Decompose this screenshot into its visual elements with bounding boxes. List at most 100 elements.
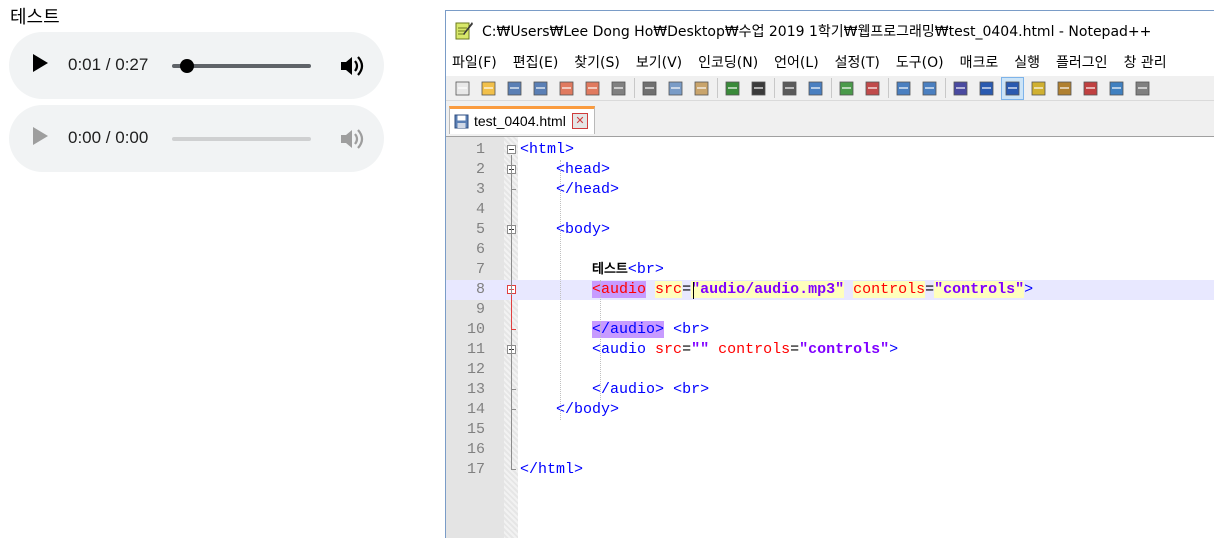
code-text: </body> [556,401,620,418]
code-line[interactable]: 6 [446,240,1214,260]
menu-item-4[interactable]: 인코딩(N) [698,52,758,72]
code-line[interactable]: 11 <audio src="" controls="controls"> [446,340,1214,360]
audio-time: 0:00 / 0:00 [68,128,149,147]
word-wrap-icon[interactable] [950,78,971,99]
cut-icon[interactable] [639,78,660,99]
seek-thumb[interactable] [180,59,194,73]
menu-item-9[interactable]: 실행 [1014,52,1040,72]
menu-item-2[interactable]: 찾기(S) [574,52,620,72]
tab-test-0404[interactable]: test_0404.html ✕ [449,106,595,134]
close-all-icon[interactable] [582,78,603,99]
code-line[interactable]: 4 [446,200,1214,220]
menu-bar: 파일(F) 편집(E) 찾기(S) 보기(V) 인코딩(N) 언어(L) 설정(T) 도구(O… [446,48,1214,76]
line-number: 13 [466,381,485,398]
fold-end [511,409,516,410]
save-all-icon[interactable] [530,78,551,99]
code-line[interactable]: 8 <audio src="audio/audio.mp3" controls=… [446,280,1214,300]
audio-player-1[interactable]: 0:01 / 0:27 [9,32,384,99]
code-editor[interactable]: 1 <html> 2 <head> 3 </head> 4 5 <body> 6 7 테스트<… [446,136,1214,538]
code-line[interactable]: 13 </audio> <br> [446,380,1214,400]
code-line[interactable]: 3 </head> [446,180,1214,200]
tab-bar: test_0404.html ✕ [446,102,1214,136]
code-text: 테스트<br> [592,261,664,278]
line-number: 1 [475,141,485,158]
menu-item-6[interactable]: 설정(T) [835,52,880,72]
close-icon[interactable] [556,78,577,99]
toolbar [446,76,1214,101]
menu-item-5[interactable]: 언어(L) [774,52,818,72]
paste-icon[interactable] [691,78,712,99]
monitor-icon[interactable] [1106,78,1127,99]
fold-line [511,175,512,189]
fold-line [511,355,512,389]
undo-icon[interactable] [722,78,743,99]
code-line[interactable]: 9 [446,300,1214,320]
menu-item-11[interactable]: 창 관리 [1124,52,1167,72]
menu-item-7[interactable]: 도구(O) [896,52,944,72]
print-icon[interactable] [608,78,629,99]
code-line[interactable]: 1 <html> [446,140,1214,160]
play-icon[interactable] [33,54,48,72]
line-number: 10 [466,321,485,338]
fold-toggle-icon[interactable] [507,145,516,154]
folder-workspace-icon[interactable] [1080,78,1101,99]
notepadpp-logo-icon [455,22,473,40]
sync-horizontal-icon[interactable] [919,78,940,99]
seek-bar[interactable] [172,59,311,73]
indent-guide-icon[interactable] [1001,76,1024,100]
page-text: 테스트 [10,7,60,28]
toolbar-separator [717,78,718,98]
fold-end [511,389,516,390]
volume-icon[interactable] [339,54,365,78]
code-line[interactable]: 14 </body> [446,400,1214,420]
title-bar[interactable]: C:₩Users₩Lee Dong Ho₩Desktop₩수업 2019 1학기… [446,11,1214,48]
volume-icon [341,129,364,149]
seek-bar [172,137,311,141]
fold-end [511,189,516,190]
toolbar-separator [634,78,635,98]
menu-item-10[interactable]: 플러그인 [1056,52,1108,72]
doc-map-icon[interactable] [1028,78,1049,99]
close-tab-icon[interactable]: ✕ [572,113,588,129]
replace-icon[interactable] [805,78,826,99]
toolbar-separator [888,78,889,98]
find-icon[interactable] [779,78,800,99]
zoom-in-icon[interactable] [836,78,857,99]
code-line[interactable]: 7 테스트<br> [446,260,1214,280]
code-line[interactable]: 5 <body> [446,220,1214,240]
code-line[interactable]: 10 </audio> <br> [446,320,1214,340]
save-icon[interactable] [504,78,525,99]
code-line[interactable]: 2 <head> [446,160,1214,180]
copy-icon[interactable] [665,78,686,99]
function-list-icon[interactable] [1054,78,1075,99]
sync-vertical-icon[interactable] [893,78,914,99]
code-line[interactable]: 17 </html> [446,460,1214,480]
menu-item-3[interactable]: 보기(V) [636,52,682,72]
toolbar-separator [831,78,832,98]
saved-file-icon [454,114,469,129]
line-number: 9 [475,301,485,318]
zoom-out-icon[interactable] [862,78,883,99]
line-number: 2 [475,161,485,178]
code-text: <audio src="" controls="controls"> [592,341,899,358]
code-line[interactable]: 15 [446,420,1214,440]
notepadpp-window: C:₩Users₩Lee Dong Ho₩Desktop₩수업 2019 1학기… [445,10,1214,538]
code-line[interactable]: 12 [446,360,1214,380]
show-all-chars-icon[interactable] [976,78,997,99]
redo-icon[interactable] [748,78,769,99]
menu-item-0[interactable]: 파일(F) [452,52,497,72]
new-file-icon[interactable] [452,78,473,99]
fold-line [511,295,512,329]
menu-item-8[interactable]: 매크로 [960,52,999,72]
code-text: <head> [556,161,611,178]
code-line[interactable]: 16 [446,440,1214,460]
line-number: 15 [466,421,485,438]
window-title: C:₩Users₩Lee Dong Ho₩Desktop₩수업 2019 1학기… [482,24,1152,40]
menu-item-1[interactable]: 편집(E) [513,52,559,72]
audio-player-2[interactable]: 0:00 / 0:00 [9,105,384,172]
code-text: </head> [556,181,620,198]
text-caret [692,282,694,299]
preview-icon[interactable] [1132,78,1153,99]
line-number: 16 [466,441,485,458]
open-file-icon[interactable] [478,78,499,99]
